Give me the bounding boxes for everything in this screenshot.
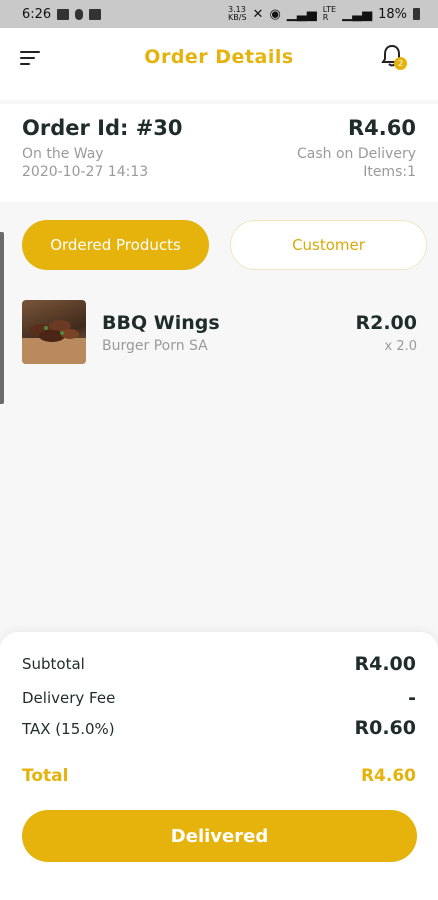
app-header: Order Details 2 (0, 28, 438, 100)
subtotal-label: Subtotal (22, 655, 85, 673)
product-thumbnail (22, 300, 86, 364)
product-store: Burger Porn SA (102, 338, 208, 354)
notifications-bell-icon[interactable]: 2 (379, 44, 409, 74)
order-totals-card: Subtotal R4.00 Delivery Fee - TAX (15.0%… (0, 632, 438, 900)
status-bar: 6:26 3.13 KB/S ✕ ◉ ▁▃▅ LTE R ▁▃▅ 18% (0, 0, 438, 28)
order-datetime: 2020-10-27 14:13 (22, 164, 149, 180)
wifi-calling-icon: ✕ (252, 6, 264, 22)
product-name: BBQ Wings (102, 312, 220, 334)
tax-label: TAX (15.0%) (22, 720, 115, 738)
order-summary-card: Order Id: #30 On the Way 2020-10-27 14:1… (0, 104, 438, 202)
tab-ordered-products[interactable]: Ordered Products (22, 220, 209, 270)
signal-icon-1: ▁▃▅ (286, 6, 317, 22)
order-status: On the Way (22, 146, 104, 162)
product-quantity: x 2.0 (384, 339, 418, 354)
delivered-button[interactable]: Delivered (22, 810, 417, 862)
order-id: Order Id: #30 (22, 116, 183, 140)
location-icon: ◉ (269, 6, 281, 22)
tax-value: R0.60 (354, 717, 416, 739)
notification-badge: 2 (394, 57, 407, 70)
status-time: 6:26 (22, 6, 52, 22)
delivery-fee-value: - (408, 687, 416, 709)
items-count: Items:1 (363, 164, 416, 180)
total-value: R4.60 (360, 766, 416, 786)
total-label: Total (22, 766, 69, 786)
gallery-notification-icon (57, 8, 70, 20)
tab-customer[interactable]: Customer (230, 220, 427, 270)
side-drawer-handle[interactable] (0, 232, 4, 404)
network-type: LTE R (322, 5, 337, 22)
order-total: R4.60 (348, 116, 416, 140)
product-row[interactable]: BBQ Wings Burger Porn SA R2.00 x 2.0 (22, 300, 417, 366)
app-notification-icon (75, 8, 84, 20)
product-price: R2.00 (355, 312, 417, 334)
subtotal-value: R4.00 (354, 653, 416, 675)
battery-icon (413, 8, 420, 20)
status-bar-right: 3.13 KB/S ✕ ◉ ▁▃▅ LTE R ▁▃▅ 18% (228, 6, 420, 22)
network-speed: 3.13 KB/S (228, 5, 247, 22)
signal-icon-2: ▁▃▅ (342, 6, 373, 22)
battery-percent: 18% (378, 6, 407, 22)
payment-method: Cash on Delivery (297, 146, 416, 162)
photo-notification-icon (89, 8, 102, 20)
page-title: Order Details (144, 46, 294, 68)
delivery-fee-label: Delivery Fee (22, 689, 116, 707)
status-bar-left: 6:26 (22, 6, 102, 22)
